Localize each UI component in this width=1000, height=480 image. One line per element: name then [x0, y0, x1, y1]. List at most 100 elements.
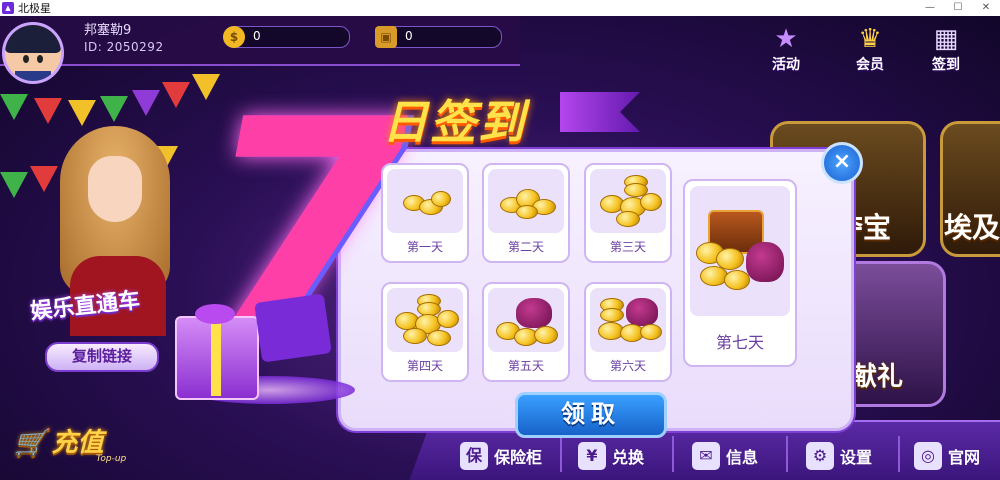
coin-icon — [600, 308, 624, 322]
user-name: 邦塞勒9 — [84, 23, 132, 38]
game-canvas: 夺宝 埃及 神献礼 邦塞勒9 ID: 2050292 $ 0 ▣ 0 ★ 活动 … — [0, 16, 1000, 480]
app-logo-icon: ▲ — [2, 2, 14, 14]
day-card-6[interactable]: 第六天 — [584, 282, 672, 382]
day-7-label: 第七天 — [715, 333, 764, 352]
exchange-ticket-icon: ¥ — [578, 442, 606, 470]
avatar-hair — [5, 25, 61, 53]
close-icon[interactable]: ✕ — [972, 0, 1000, 16]
bunting-flag — [162, 82, 190, 108]
safe-icon: 保 — [460, 442, 488, 470]
avatar-eye — [37, 55, 43, 63]
gift-box-icon — [175, 316, 259, 400]
day-3-label: 第三天 — [609, 240, 646, 254]
nav-exchange[interactable]: ¥ 兑换 — [578, 436, 644, 476]
coin-icon — [534, 326, 558, 344]
nav-divider — [898, 436, 900, 472]
ticket-balance: ▣ 0 — [375, 26, 502, 48]
nav-safe-label: 保险柜 — [494, 448, 543, 467]
day-card-1[interactable]: 第一天 — [381, 163, 469, 263]
day-6-label: 第六天 — [609, 359, 646, 373]
nav-settings[interactable]: ⚙ 设置 — [806, 436, 872, 476]
money-bag-icon — [626, 298, 658, 326]
nav-website-label: 官网 — [948, 448, 981, 467]
day-card-4[interactable]: 第四天 — [381, 282, 469, 382]
coin-icon — [640, 193, 662, 211]
nav-settings-label: 设置 — [840, 448, 873, 467]
coin-icon — [427, 330, 451, 346]
avatar[interactable] — [2, 22, 64, 84]
minimize-icon[interactable]: — — [916, 0, 944, 16]
window-title: 北极星 — [18, 2, 51, 15]
star-trumpet-icon: ★ — [774, 24, 798, 54]
day-2-reward-image — [488, 169, 564, 233]
day-7-reward-image — [690, 186, 790, 316]
title-ribbon — [560, 92, 640, 132]
open-gift-box-icon — [254, 293, 332, 363]
day-5-label: 第五天 — [507, 359, 544, 373]
member-label: 会员 — [856, 57, 884, 73]
modal-title: 日签到 — [382, 95, 526, 149]
day-card-5[interactable]: 第五天 — [482, 282, 570, 382]
bunting-flag — [34, 98, 62, 124]
bunting-flag — [132, 90, 160, 116]
coin-icon — [616, 211, 640, 227]
recharge-button[interactable]: 🛒 充值 Top-up — [14, 422, 174, 466]
claim-button[interactable]: 领取 — [515, 392, 667, 438]
nav-messages[interactable]: ✉ 信息 — [692, 436, 758, 476]
gift-bow — [195, 304, 235, 324]
money-bag-icon — [516, 298, 552, 328]
day-card-2[interactable]: 第二天 — [482, 163, 570, 263]
gold-value: 0 — [253, 29, 261, 43]
coin-icon — [724, 270, 750, 290]
avatar-collar — [15, 71, 51, 81]
copy-link-button[interactable]: 复制链接 — [45, 342, 159, 372]
user-id: ID: 2050292 — [84, 40, 164, 54]
calendar-sign-icon: ▦ — [933, 24, 959, 54]
bunting-flag — [0, 94, 28, 120]
coin-icon — [403, 328, 427, 344]
nav-divider — [786, 436, 788, 472]
ticket-value: 0 — [405, 29, 413, 43]
member-button[interactable]: ♛ 会员 — [842, 24, 898, 74]
nav-exchange-label: 兑换 — [612, 448, 645, 467]
crown-gem-icon: ♛ — [858, 24, 882, 54]
maximize-icon[interactable]: ☐ — [944, 0, 972, 16]
day-card-7[interactable]: 第七天 — [683, 179, 797, 367]
day-2-label: 第二天 — [507, 240, 544, 254]
day-1-label: 第一天 — [406, 240, 443, 254]
avatar-eye — [23, 55, 29, 63]
bunting-flag — [68, 100, 96, 126]
game-tile-egypt-label: 埃及 — [944, 211, 1000, 244]
nav-divider — [672, 436, 674, 472]
cart-icon: 🛒 — [14, 428, 47, 458]
title-bar: ▲ 北极星 — ☐ ✕ — [0, 0, 1000, 16]
coin-icon — [516, 205, 538, 219]
mail-icon: ✉ — [692, 442, 720, 470]
ticket-icon: ▣ — [375, 26, 397, 48]
sign-in-button[interactable]: ▦ 签到 — [918, 24, 974, 74]
coin-icon — [640, 324, 662, 340]
day-card-3[interactable]: 第三天 — [584, 163, 672, 263]
gold-balance: $ 0 — [223, 26, 350, 48]
coin-icon — [431, 191, 451, 207]
money-bag-icon — [746, 242, 784, 282]
coin-icon — [437, 310, 459, 328]
modal-close-button[interactable]: × — [821, 142, 863, 184]
bunting-flag — [100, 96, 128, 122]
day-1-reward-image — [387, 169, 463, 233]
day-5-reward-image — [488, 288, 564, 352]
day-6-reward-image — [590, 288, 666, 352]
nav-divider — [560, 436, 562, 472]
day-3-reward-image — [590, 169, 666, 233]
girl-face — [88, 156, 142, 222]
day-4-reward-image — [387, 288, 463, 352]
nav-website[interactable]: ◎ 官网 — [914, 436, 980, 476]
day-4-label: 第四天 — [406, 359, 443, 373]
bunting-flag — [0, 172, 28, 198]
recharge-sub-label: Top-up — [96, 454, 127, 464]
activity-button[interactable]: ★ 活动 — [758, 24, 814, 74]
game-window: ▲ 北极星 — ☐ ✕ 夺宝 埃及 神献礼 邦塞勒9 ID: 2050292 $… — [0, 0, 1000, 480]
nav-safe[interactable]: 保 保险柜 — [460, 436, 542, 476]
sign-in-label: 签到 — [932, 57, 960, 73]
nav-messages-label: 信息 — [726, 448, 759, 467]
